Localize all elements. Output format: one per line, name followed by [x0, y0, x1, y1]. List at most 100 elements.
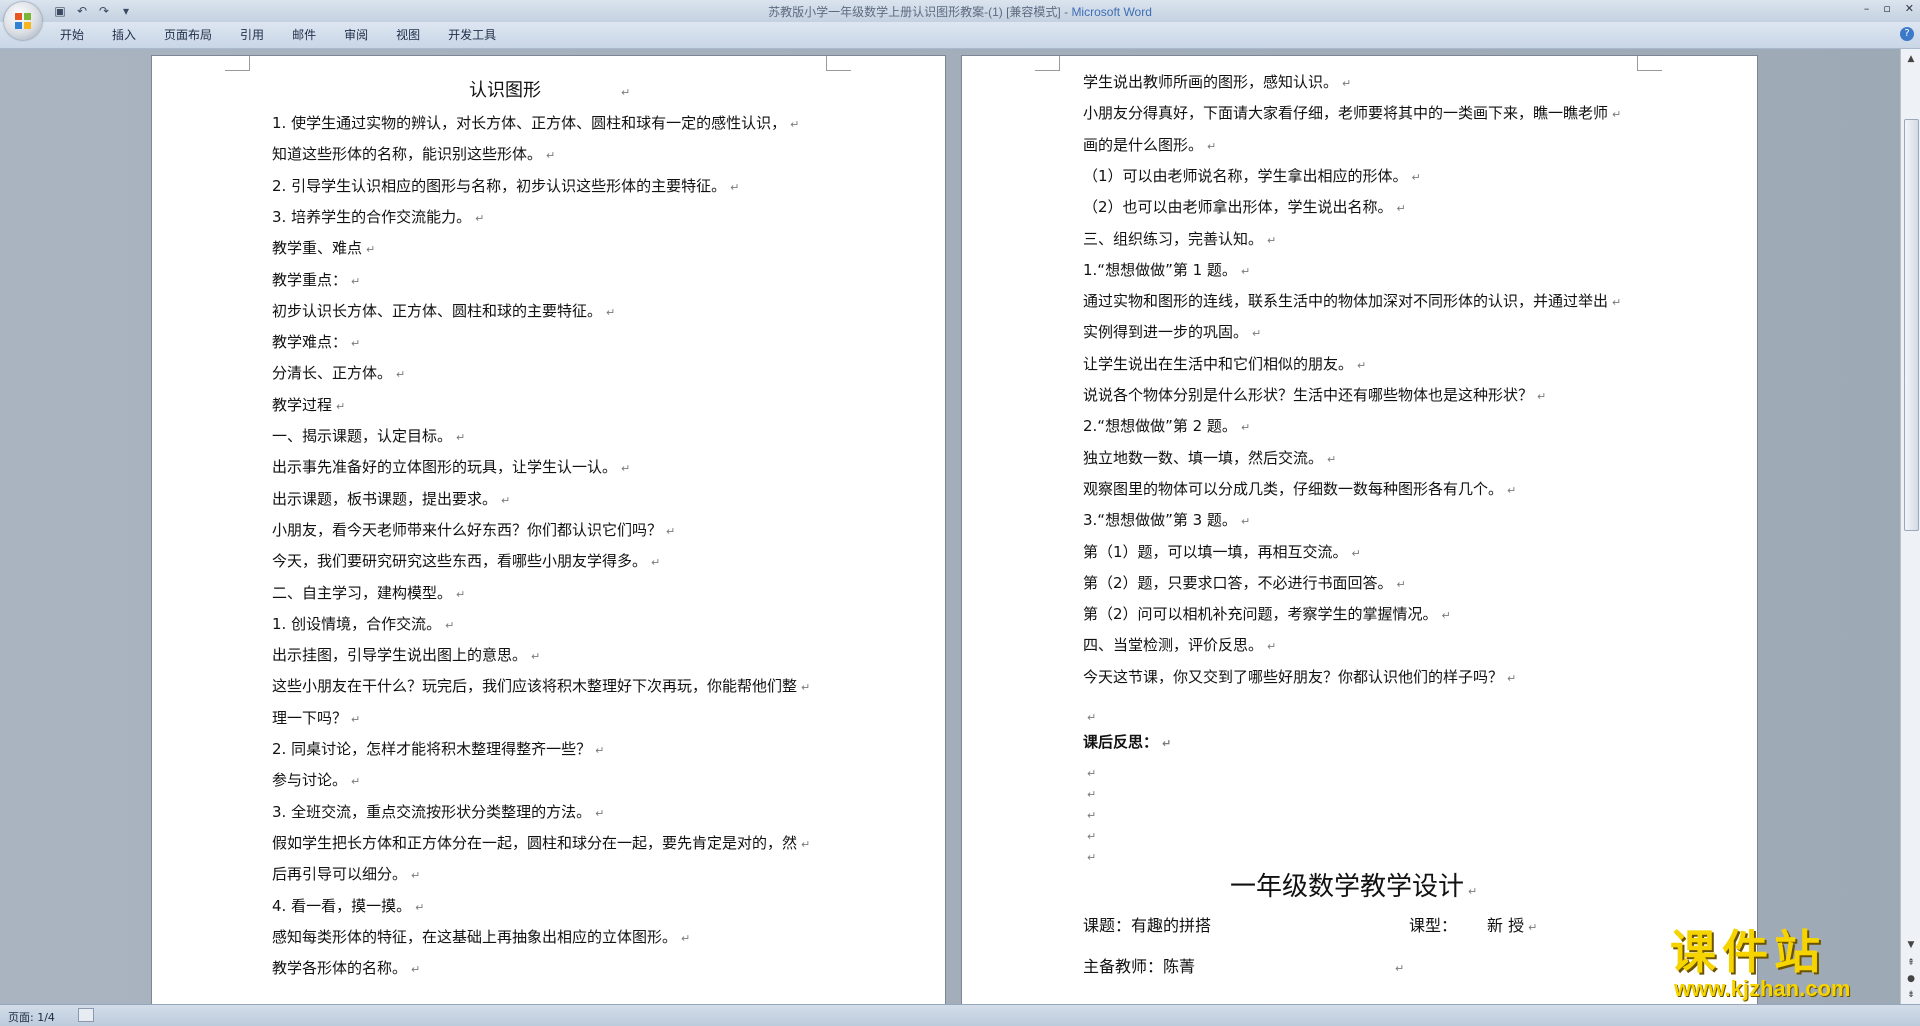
line-text: 1.“想想做做”第 1 题。	[1083, 260, 1237, 279]
text-line: 一、揭示课题，认定目标。 ↵	[272, 427, 465, 447]
text-line: ↵	[1083, 763, 1096, 783]
paragraph-mark: ↵	[1327, 452, 1337, 466]
document-page-1[interactable]: 认识图形 ↵ 1. 使学生通过实物的辨认，对长方体、正方体、圆柱和球有一定的感性认…	[152, 56, 945, 1004]
line-text: 3. 全班交流，重点交流按形状分类整理的方法。	[272, 802, 592, 821]
office-button[interactable]	[4, 2, 42, 40]
text-line: ↵	[1083, 805, 1096, 825]
restore-button[interactable]: ▫	[1883, 2, 1890, 15]
undo-icon[interactable]: ↶	[74, 3, 90, 19]
paragraph-mark: ↵	[1342, 77, 1352, 90]
line-text: 二、自主学习，建构模型。	[272, 583, 453, 602]
close-button[interactable]: ✕	[1905, 2, 1914, 15]
paragraph-mark: ↵	[411, 963, 421, 977]
tab-view[interactable]: 视图	[382, 27, 434, 43]
paragraph-mark: ↵	[366, 243, 376, 257]
text-line: 实例得到进一步的巩固。 ↵	[1083, 323, 1261, 343]
save-icon[interactable]: ▣	[52, 3, 68, 19]
line-text: 感知每类形体的特征，在这基础上再抽象出相应的立体图形。	[272, 927, 678, 946]
line-text: 1. 使学生通过实物的辨认，对长方体、正方体、圆柱和球有一定的感性认识，	[272, 114, 787, 132]
paragraph-mark: ↵	[1507, 483, 1517, 497]
status-bar: 页面: 1/4	[0, 1004, 1920, 1026]
line-text: 今天，我们要研究研究这些东西，看哪些小朋友学得多。	[272, 552, 648, 571]
line-text: 教学难点：	[272, 333, 348, 352]
text-line: 教学各形体的名称。 ↵	[272, 959, 420, 979]
text-line: （2）也可以由老师拿出形体，学生说出名称。 ↵	[1083, 198, 1406, 218]
line-text: 学生说出教师所画的图形，感知认识。	[1083, 73, 1339, 91]
text-line: ↵	[1083, 784, 1096, 804]
tab-references[interactable]: 引用	[226, 27, 278, 43]
line-text: 说说各个物体分别是什么形状？生活中还有哪些物体也是这种形状？	[1083, 386, 1534, 404]
paragraph-mark: ↵	[1240, 264, 1251, 278]
subject-field: 课题：有趣的拼搭	[1083, 916, 1212, 935]
proofing-icon[interactable]	[78, 1008, 94, 1022]
line-text: 3.“想想做做”第 3 题。	[1083, 511, 1237, 530]
text-line: 今天，我们要研究研究这些东西，看哪些小朋友学得多。 ↵	[272, 552, 660, 572]
scroll-up-icon[interactable]: ▲	[1905, 53, 1917, 65]
tab-page-layout[interactable]: 页面布局	[150, 27, 226, 43]
line-text: 第（2）问可以相机补充问题，考察学生的掌握情况。	[1083, 605, 1438, 624]
redo-icon[interactable]: ↷	[96, 3, 112, 19]
scroll-thumb[interactable]	[1904, 119, 1919, 531]
vertical-scrollbar[interactable]: ▲ ▼ ⇞ ● ⇟	[1900, 49, 1920, 1004]
page-indicator[interactable]: 页面: 1/4	[8, 1009, 55, 1025]
customize-qat-icon[interactable]: ▾	[118, 3, 134, 19]
paragraph-mark: ↵	[456, 587, 466, 601]
tab-developer[interactable]: 开发工具	[434, 27, 510, 43]
document-workspace: 认识图形 ↵ 1. 使学生通过实物的辨认，对长方体、正方体、圆柱和球有一定的感性认…	[0, 49, 1900, 1004]
paragraph-mark: ↵	[1612, 296, 1622, 310]
paragraph-mark: ↵	[595, 744, 605, 757]
text-line: 2. 同桌讨论，怎样才能将积木整理得整齐一些？ ↵	[272, 740, 604, 760]
paragraph-mark: ↵	[411, 869, 421, 883]
paragraph-mark: ↵	[1441, 609, 1451, 623]
line-text: 课后反思：	[1083, 733, 1159, 751]
text-line: 课后反思： ↵	[1083, 733, 1171, 753]
paragraph-mark: ↵	[801, 837, 811, 851]
tab-mailings[interactable]: 邮件	[278, 27, 330, 43]
text-line: 2. 引导学生认识相应的图形与名称，初步认识这些形体的主要特征。 ↵	[272, 177, 739, 197]
line-text: 第（1）题，可以填一填，再相互交流。	[1083, 542, 1348, 561]
paragraph-mark: ↵	[1267, 640, 1277, 654]
text-line: 初步认识长方体、正方体、圆柱和球的主要特征。 ↵	[272, 302, 615, 322]
paragraph-mark: ↵	[1396, 577, 1406, 591]
text-line: 出示课题，板书课题，提出要求。 ↵	[272, 490, 510, 510]
watermark-url: www.kjzhan.com	[1674, 976, 1851, 1001]
text-line: 知道这些形体的名称，能识别这些形体。 ↵	[272, 145, 555, 165]
line-text: 今天这节课，你又交到了哪些好朋友？你都认识他们的样子吗？	[1083, 667, 1504, 686]
paragraph-mark: ↵	[730, 180, 740, 194]
tab-home[interactable]: 开始	[50, 27, 98, 43]
help-icon[interactable]: ?	[1900, 27, 1914, 41]
paragraph-mark: ↵	[501, 493, 511, 507]
text-line: 小朋友，看今天老师带来什么好东西？你们都认识它们吗？ ↵	[272, 521, 675, 541]
section-heading: 一年级数学教学设计 ↵	[1230, 872, 1478, 902]
lesson-type-field: 课型：新 授 ↵	[1409, 916, 1538, 935]
tab-review[interactable]: 审阅	[330, 27, 382, 43]
text-line: 教学重、难点 ↵	[272, 239, 375, 259]
line-text: 出示课题，板书课题，提出要求。	[272, 489, 498, 508]
ribbon-tab-bar: 开始 插入 页面布局 引用 邮件 审阅 视图 开发工具 ?	[0, 22, 1920, 49]
paragraph-mark: ↵	[1240, 515, 1251, 529]
ribbon-tabs: 开始 插入 页面布局 引用 邮件 审阅 视图 开发工具	[50, 27, 510, 43]
text-line: 1. 使学生通过实物的辨认，对长方体、正方体、圆柱和球有一定的感性认识， ↵	[272, 114, 799, 134]
tab-insert[interactable]: 插入	[98, 27, 150, 43]
document-page-2[interactable]: 学生说出教师所画的图形，感知认识。 ↵ 小朋友分得真好，下面请大家看仔细，老师要将其…	[962, 56, 1757, 1004]
line-text: 教学各形体的名称。	[272, 959, 408, 978]
minimize-button[interactable]: –	[1864, 2, 1870, 15]
line-text: （2）也可以由老师拿出形体，学生说出名称。	[1083, 198, 1393, 217]
line-text: 知道这些形体的名称，能识别这些形体。	[272, 145, 543, 164]
line-text: 出示挂图，引导学生说出图上的意思。	[272, 646, 528, 665]
line-text: 画的是什么图形。	[1083, 135, 1204, 154]
line-text: 通过实物和图形的连线，联系生活中的物体加深对不同形体的认识，并通过举出	[1083, 292, 1609, 311]
text-line: 假如学生把长方体和正方体分在一起，圆柱和球分在一起，要先肯定是对的，然 ↵	[272, 834, 810, 854]
teacher-field: 主备教师：陈菁 ↵	[1083, 957, 1405, 976]
paragraph-mark: ↵	[666, 524, 676, 538]
paragraph-mark: ↵	[1267, 233, 1277, 247]
window-controls: – ▫ ✕	[1864, 2, 1914, 15]
text-line: 这些小朋友在干什么？玩完后，我们应该将积木整理好下次再玩，你能帮他们整 ↵	[272, 677, 810, 697]
text-line: 出示挂图，引导学生说出图上的意思。 ↵	[272, 646, 540, 666]
text-line: 3. 培养学生的合作交流能力。 ↵	[272, 208, 484, 228]
text-line: 独立地数一数、填一填，然后交流。 ↵	[1083, 449, 1336, 469]
paragraph-mark: ↵	[475, 211, 485, 225]
line-text: 初步认识长方体、正方体、圆柱和球的主要特征。	[272, 301, 603, 320]
text-line: 教学过程 ↵	[272, 396, 345, 416]
paragraph-mark: ↵	[1087, 767, 1097, 780]
